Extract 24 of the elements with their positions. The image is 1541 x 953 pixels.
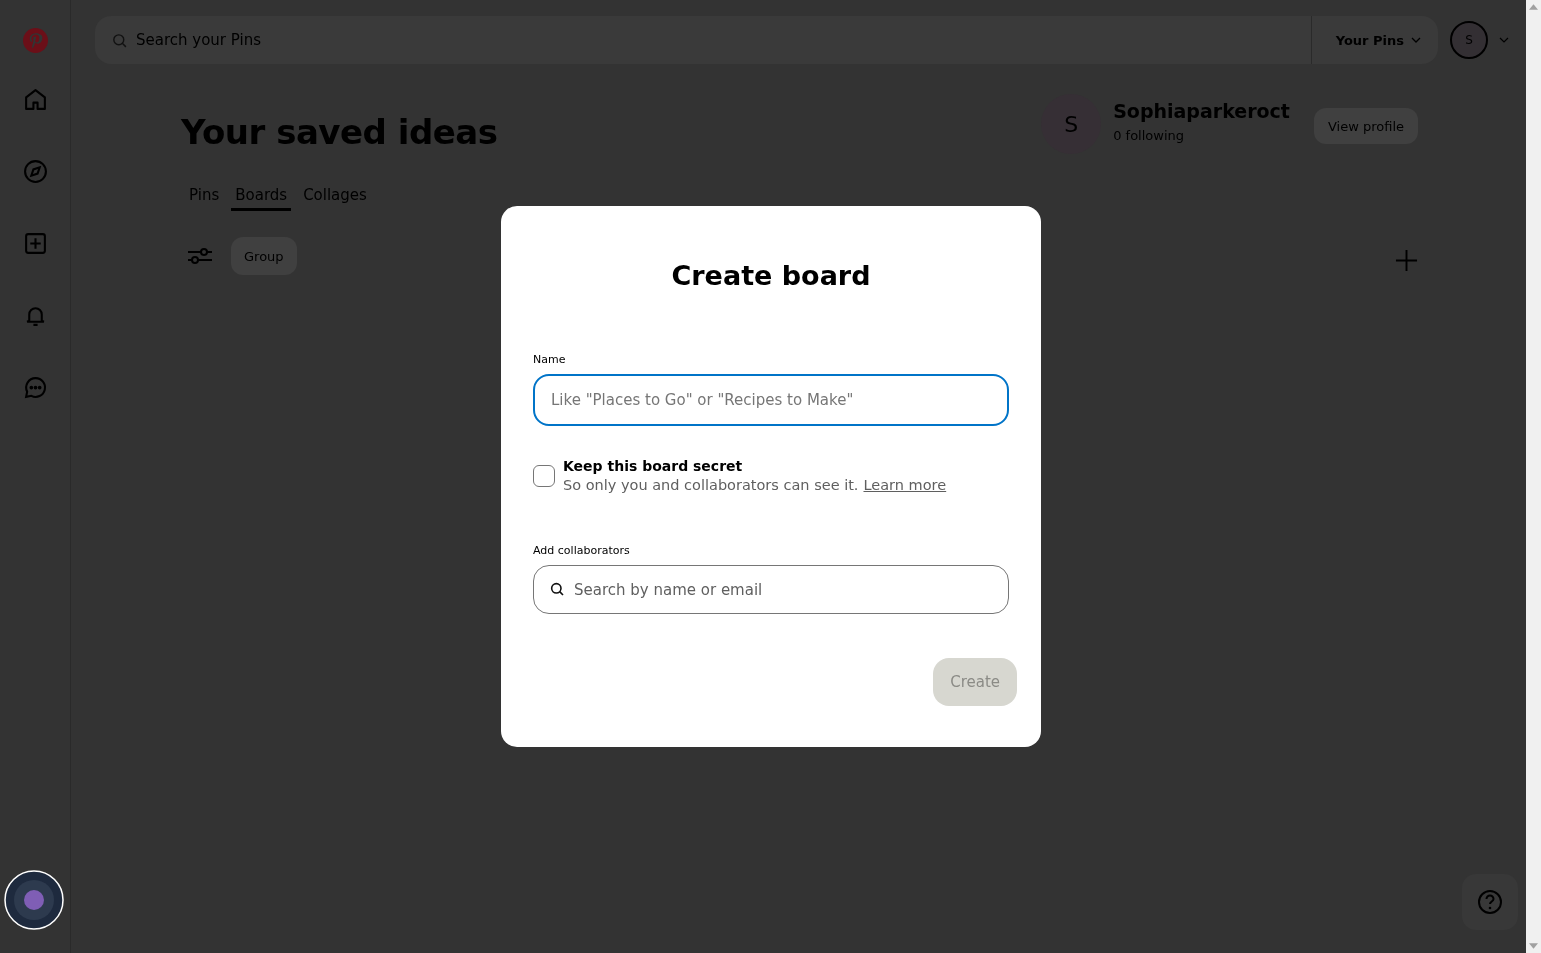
collaborator-search-field[interactable]: Search by name or email xyxy=(533,565,1009,614)
group-button[interactable]: Group xyxy=(231,237,297,275)
checkbox-description: So only you and collaborators can see it. xyxy=(563,477,859,493)
learn-more-link[interactable]: Learn more xyxy=(863,477,947,493)
name-input-field[interactable]: Like "Places to Go" or "Recipes to Make" xyxy=(533,374,1009,426)
scroll-up-arrow-icon[interactable] xyxy=(1529,4,1538,10)
checkbox-label: Keep this board secret xyxy=(563,458,744,474)
home-icon[interactable] xyxy=(22,87,48,112)
field-label: Add collaborators xyxy=(533,544,631,557)
your-pins-dropdown[interactable]: Your Pins xyxy=(1310,16,1438,64)
search-icon xyxy=(549,581,565,597)
checkbox[interactable] xyxy=(533,464,555,487)
pinterest-logo-icon[interactable] xyxy=(22,28,48,53)
assistant-orb-icon[interactable] xyxy=(3,870,64,930)
dialog-title: Create board xyxy=(670,260,872,291)
chat-bubble-icon[interactable] xyxy=(22,375,48,400)
add-square-icon[interactable] xyxy=(22,231,48,256)
view-profile-button[interactable]: View profile xyxy=(1313,108,1418,144)
plus-icon[interactable] xyxy=(1395,249,1418,272)
sliders-icon[interactable] xyxy=(187,246,213,266)
scroll-down-arrow-icon[interactable] xyxy=(1529,943,1538,949)
search-field[interactable]: Search your Pins xyxy=(95,16,1311,64)
field-label: Name xyxy=(533,353,567,366)
compass-icon[interactable] xyxy=(22,159,48,184)
